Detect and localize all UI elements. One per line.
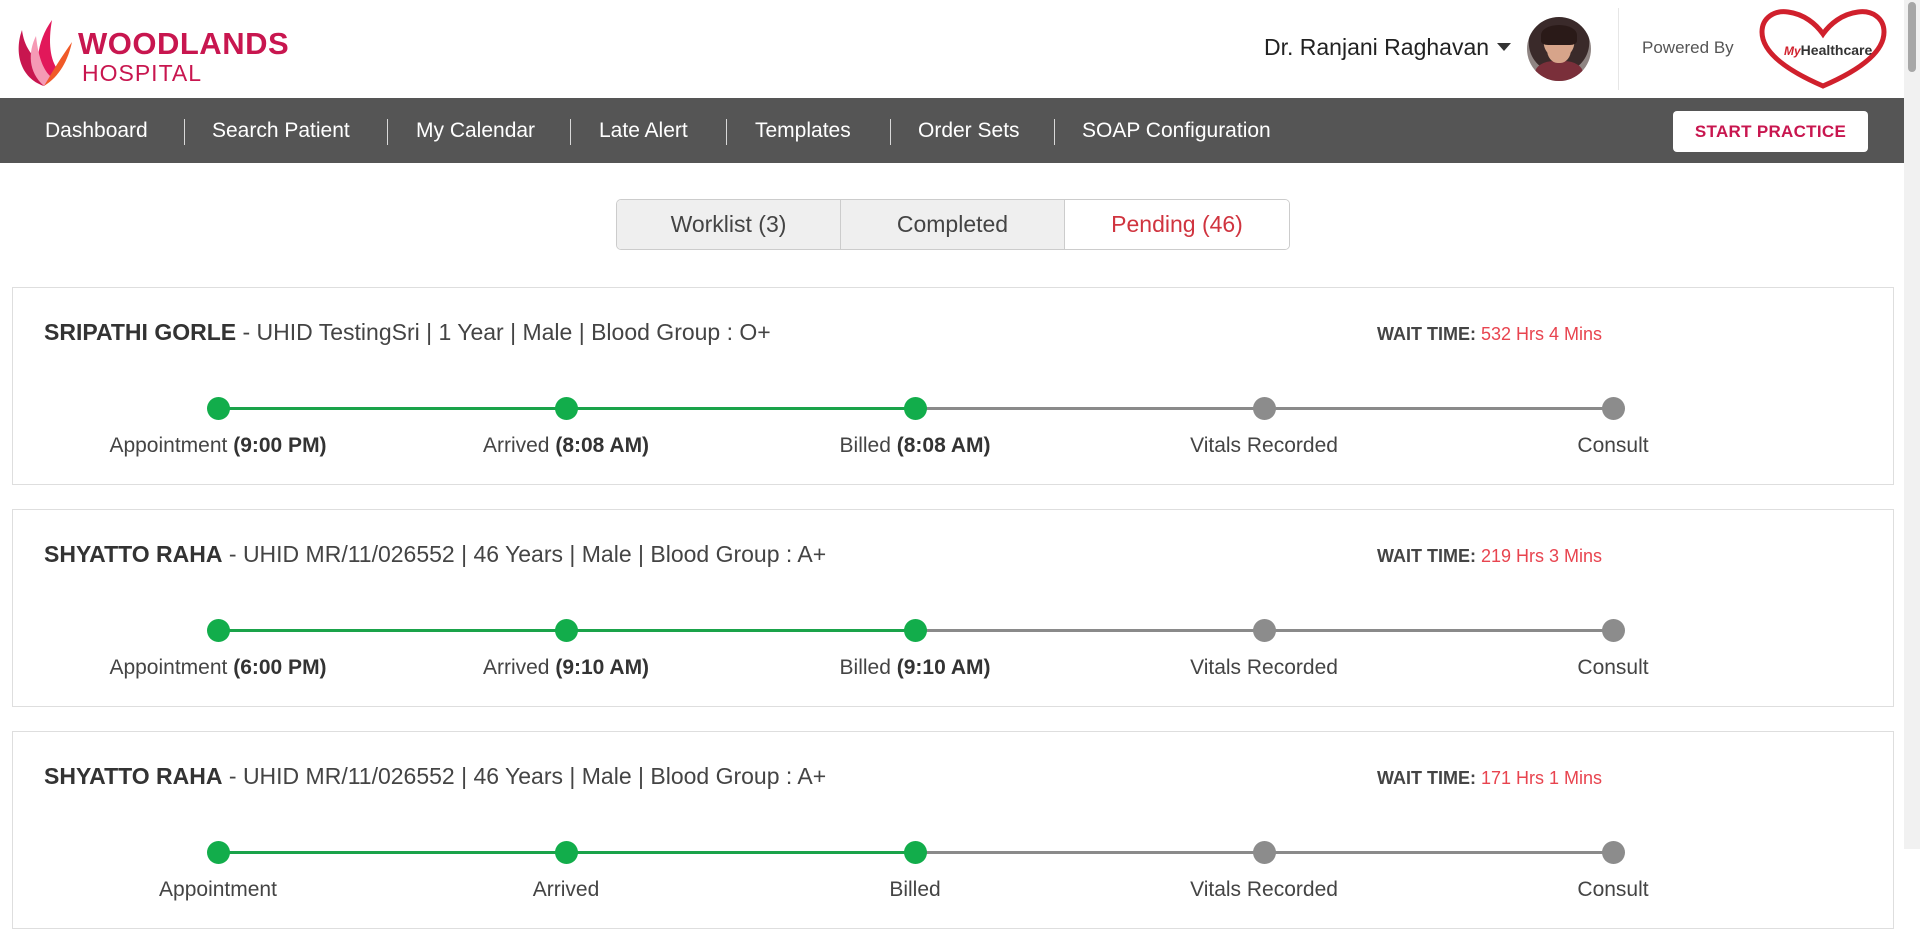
flame-logo-icon bbox=[18, 20, 72, 86]
status-dot bbox=[904, 841, 927, 864]
status-step-time: (9:10 AM) bbox=[555, 656, 650, 679]
nav-separator bbox=[570, 119, 571, 145]
status-step-label: Billed (8:08 AM) bbox=[839, 434, 991, 457]
status-step-time: (6:00 PM) bbox=[233, 656, 327, 679]
nav-soap-configuration[interactable]: SOAP Configuration bbox=[1082, 98, 1271, 163]
status-step-label: Arrived (9:10 AM) bbox=[482, 656, 650, 679]
user-name[interactable]: Dr. Ranjani Raghavan bbox=[1264, 34, 1489, 61]
status-connector bbox=[1264, 851, 1613, 854]
status-step-time: (8:08 AM) bbox=[896, 434, 991, 457]
status-connector bbox=[566, 407, 915, 410]
status-step-label: Vitals Recorded bbox=[1190, 878, 1338, 901]
patient-card[interactable]: SHYATTO RAHA - UHID MR/11/026552 | 46 Ye… bbox=[12, 509, 1894, 707]
status-step-time: (9:00 PM) bbox=[233, 434, 327, 457]
status-dot bbox=[555, 619, 578, 642]
page-scrollbar[interactable] bbox=[1904, 0, 1920, 849]
powered-by-label: Powered By bbox=[1642, 38, 1734, 57]
status-tracker: Appointment (6:00 PM) Arrived (9:10 AM) Bi… bbox=[13, 510, 1893, 706]
tab-pending[interactable]: Pending (46) bbox=[1064, 200, 1289, 249]
main-nav: Dashboard Search Patient My Calendar Lat… bbox=[0, 98, 1904, 163]
nav-my-calendar[interactable]: My Calendar bbox=[416, 98, 535, 163]
nav-separator bbox=[726, 119, 727, 145]
status-connector bbox=[915, 407, 1264, 410]
tab-completed[interactable]: Completed bbox=[840, 200, 1064, 249]
status-connector bbox=[566, 629, 915, 632]
status-step-label: Consult bbox=[1577, 656, 1649, 679]
status-step-label: Vitals Recorded bbox=[1190, 434, 1338, 457]
logo-line2: HOSPITAL bbox=[82, 60, 203, 86]
patient-card[interactable]: SRIPATHI GORLE - UHID TestingSri | 1 Yea… bbox=[12, 287, 1894, 485]
status-step-label: Vitals Recorded bbox=[1190, 656, 1338, 679]
woodlands-hospital-logo[interactable]: WOODLANDS HOSPITAL bbox=[14, 12, 314, 88]
status-step-label: Consult bbox=[1577, 434, 1649, 457]
status-connector bbox=[915, 851, 1264, 854]
status-step-label: Billed (9:10 AM) bbox=[839, 656, 991, 679]
status-dot bbox=[904, 619, 927, 642]
status-step-label: Appointment (6:00 PM) bbox=[109, 656, 327, 679]
myhealthcare-logo[interactable]: MyHealthcare bbox=[1756, 8, 1890, 90]
scrollbar-thumb[interactable] bbox=[1908, 2, 1916, 72]
status-step-label: Appointment bbox=[159, 878, 277, 901]
nav-templates[interactable]: Templates bbox=[755, 98, 851, 163]
status-connector bbox=[218, 851, 566, 854]
status-step-time: (8:08 AM) bbox=[555, 434, 650, 457]
status-dot bbox=[1253, 619, 1276, 642]
status-connector bbox=[1264, 629, 1613, 632]
patient-card[interactable]: SHYATTO RAHA - UHID MR/11/026552 | 46 Ye… bbox=[12, 731, 1894, 929]
status-dot bbox=[1253, 841, 1276, 864]
nav-separator bbox=[890, 119, 891, 145]
status-connector bbox=[218, 407, 566, 410]
status-connector bbox=[566, 851, 915, 854]
status-step-label: Arrived bbox=[532, 878, 600, 901]
status-dot bbox=[1602, 841, 1625, 864]
status-connector bbox=[218, 629, 566, 632]
status-tracker: Appointment (9:00 PM) Arrived (8:08 AM) Bi… bbox=[13, 288, 1893, 484]
status-dot bbox=[207, 619, 230, 642]
user-menu[interactable]: Dr. Ranjani Raghavan bbox=[1264, 32, 1512, 62]
status-step-label: Appointment (9:00 PM) bbox=[109, 434, 327, 457]
nav-separator bbox=[387, 119, 388, 145]
status-dot bbox=[1602, 619, 1625, 642]
status-connector bbox=[1264, 407, 1613, 410]
worklist-tabs: Worklist (3) Completed Pending (46) bbox=[616, 199, 1290, 250]
status-step-time: (9:10 AM) bbox=[896, 656, 991, 679]
status-dot bbox=[207, 841, 230, 864]
status-dot bbox=[904, 397, 927, 420]
nav-order-sets[interactable]: Order Sets bbox=[918, 98, 1020, 163]
nav-search-patient[interactable]: Search Patient bbox=[212, 98, 350, 163]
status-dot bbox=[555, 397, 578, 420]
avatar[interactable] bbox=[1527, 17, 1591, 81]
myhealthcare-text: MyHealthcare bbox=[1784, 42, 1873, 58]
chevron-down-icon[interactable] bbox=[1497, 43, 1512, 51]
status-step-label: Billed bbox=[889, 878, 941, 901]
start-practice-button[interactable]: START PRACTICE bbox=[1673, 111, 1868, 152]
status-tracker: Appointment Arrived Billed Vitals Recorded C… bbox=[13, 732, 1893, 928]
status-step-label: Consult bbox=[1577, 878, 1649, 901]
nav-separator bbox=[1054, 119, 1055, 145]
nav-late-alert[interactable]: Late Alert bbox=[599, 98, 688, 163]
status-dot bbox=[555, 841, 578, 864]
status-connector bbox=[915, 629, 1264, 632]
status-step-label: Arrived (8:08 AM) bbox=[482, 434, 650, 457]
header-divider bbox=[1618, 8, 1619, 90]
nav-dashboard[interactable]: Dashboard bbox=[45, 98, 148, 163]
app-header: WOODLANDS HOSPITAL Dr. Ranjani Raghavan … bbox=[0, 0, 1904, 98]
status-dot bbox=[207, 397, 230, 420]
logo-line1: WOODLANDS bbox=[78, 26, 290, 61]
tab-worklist[interactable]: Worklist (3) bbox=[617, 200, 840, 249]
status-dot bbox=[1253, 397, 1276, 420]
status-dot bbox=[1602, 397, 1625, 420]
nav-separator bbox=[184, 119, 185, 145]
